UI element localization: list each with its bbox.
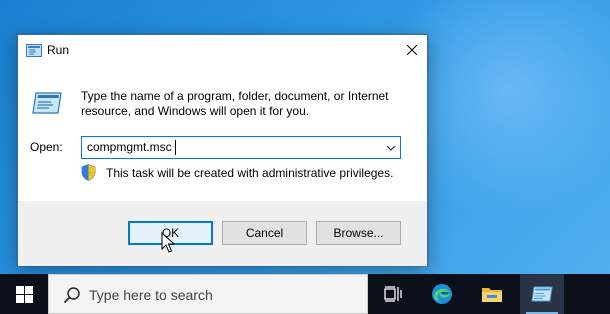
run-icon [531,286,553,302]
search-icon [63,287,80,304]
file-explorer-icon [482,288,502,302]
taskbar-search-box[interactable]: Type here to search [48,274,368,314]
run-dialog: Run Type the name of a program, folder, … [17,34,428,266]
browse-button[interactable]: Browse... [316,221,401,245]
mouse-cursor-icon [161,232,175,253]
run-taskbar-button[interactable] [520,274,564,314]
uac-shield-icon [81,164,96,181]
windows-start-icon [15,285,33,303]
file-explorer-taskbar-button[interactable] [470,274,514,314]
dialog-footer: OK Cancel Browse... [18,201,427,266]
taskbar: Type here to search [0,274,610,314]
run-icon [32,92,62,114]
close-icon [407,45,417,55]
start-button[interactable] [0,274,48,314]
admin-privileges-note: This task will be created with administr… [106,166,394,180]
open-label: Open: [30,140,63,154]
open-input[interactable]: compmgmt.msc [87,140,172,154]
dialog-description: Type the name of a program, folder, docu… [81,89,389,118]
edge-icon [432,284,452,304]
edge-taskbar-button[interactable] [420,274,464,314]
dialog-title: Run [47,43,70,57]
close-button[interactable] [397,35,427,65]
open-combobox[interactable]: compmgmt.msc [81,136,401,159]
search-placeholder: Type here to search [89,287,213,303]
run-icon [26,44,42,57]
cancel-button[interactable]: Cancel [222,221,307,245]
task-view-icon [384,286,402,302]
task-view-button[interactable] [371,274,415,314]
chevron-down-icon[interactable] [385,142,397,154]
text-caret [175,140,176,155]
title-bar[interactable]: Run [18,35,427,66]
